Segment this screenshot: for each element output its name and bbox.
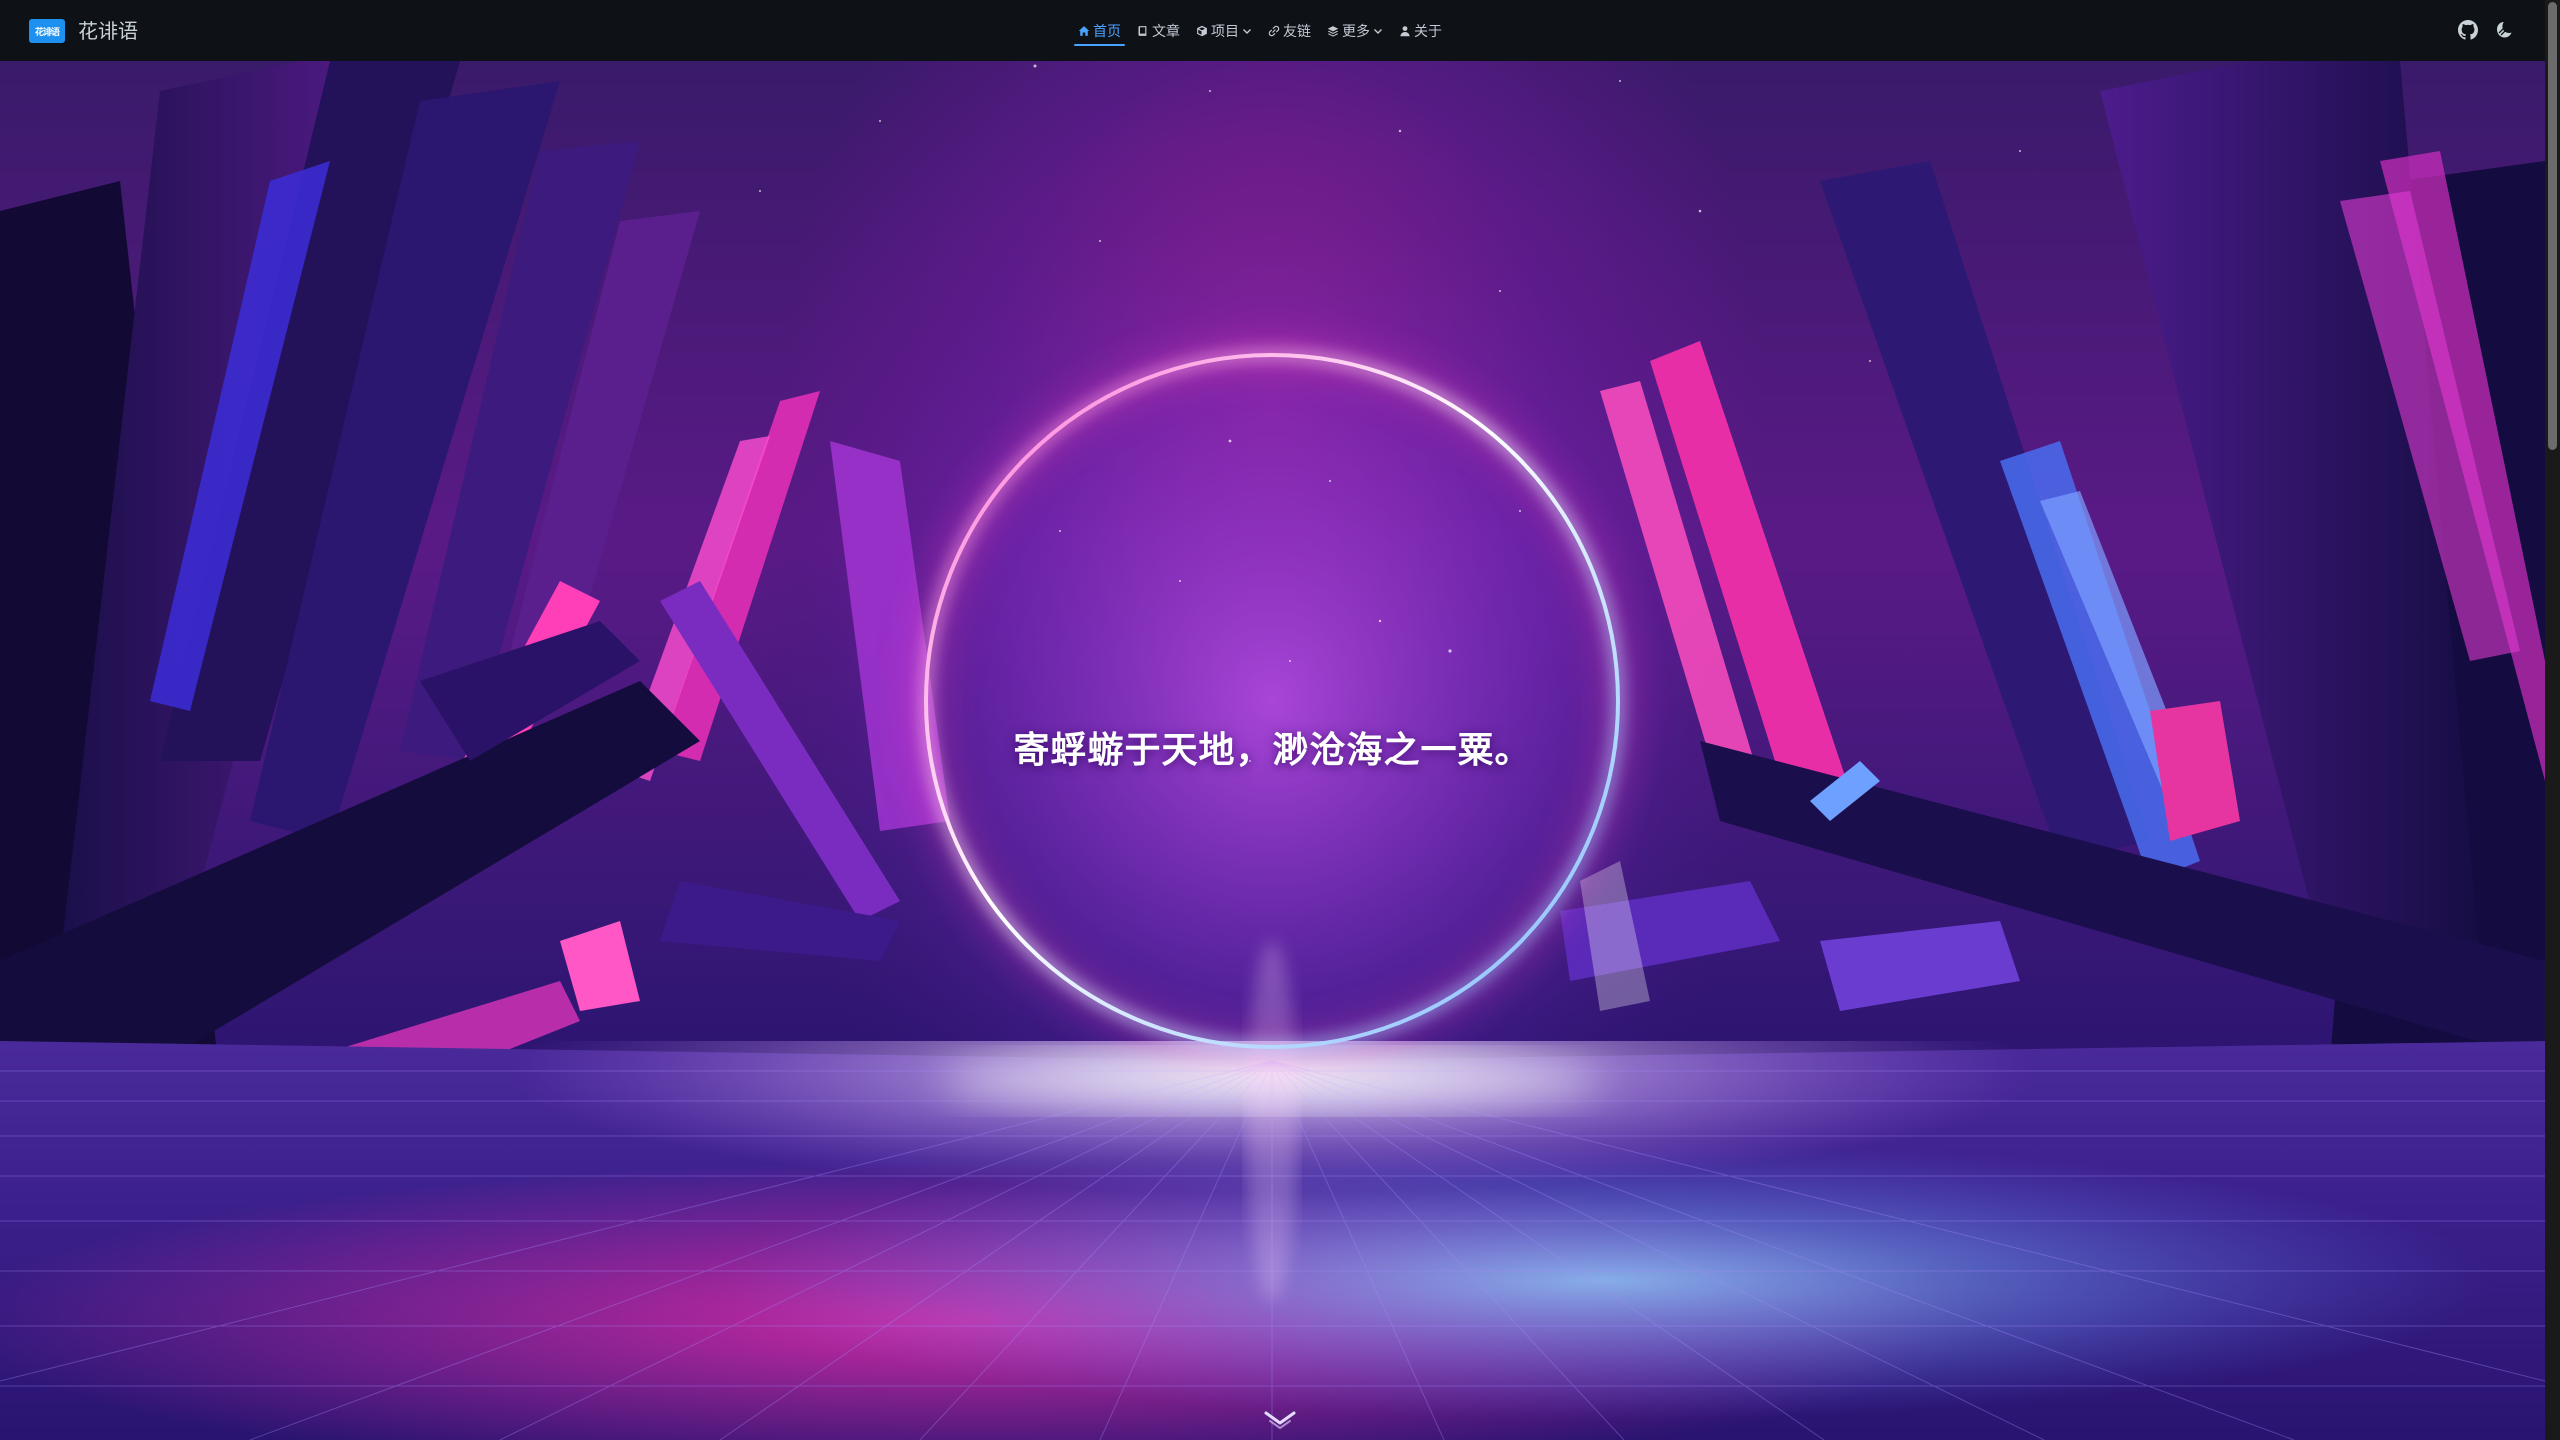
scroll-down-button[interactable]	[1262, 1406, 1298, 1432]
github-link[interactable]	[2457, 19, 2479, 41]
nav-item-label: 关于	[1414, 23, 1442, 40]
brand-logo: 花诽语	[29, 19, 65, 43]
page-scrollbar[interactable]	[2545, 0, 2560, 1440]
chevron-down-icon	[1242, 26, 1252, 36]
main-menu: 首页 文章 项目 友链 更多 关于	[1072, 0, 1452, 61]
nav-item-label: 项目	[1211, 23, 1239, 40]
link-icon	[1268, 25, 1280, 37]
book-icon	[1137, 25, 1149, 37]
nav-item-projects[interactable]: 项目	[1190, 0, 1258, 61]
hero-banner: 寄蜉蝣于天地，渺沧海之一粟。	[0, 61, 2545, 1440]
layers-icon	[1327, 25, 1339, 37]
nav-item-about[interactable]: 关于	[1393, 0, 1448, 61]
nav-item-label: 文章	[1152, 23, 1180, 40]
brand-name: 花诽语	[78, 19, 138, 43]
theme-toggle-button[interactable]	[2493, 19, 2515, 41]
nav-item-label: 更多	[1342, 23, 1370, 40]
nav-item-more[interactable]: 更多	[1321, 0, 1389, 61]
theme-toggle-icon	[2497, 22, 2512, 38]
hero-title: 寄蜉蝣于天地，渺沧海之一粟。	[1013, 730, 1532, 771]
box-icon	[1196, 25, 1208, 37]
chevron-down-icon	[1264, 1411, 1296, 1429]
chevron-down-icon	[1373, 26, 1383, 36]
user-icon	[1399, 25, 1411, 37]
github-icon	[2458, 20, 2478, 40]
nav-item-friend-links[interactable]: 友链	[1262, 0, 1317, 61]
home-icon	[1078, 25, 1090, 37]
scrollbar-thumb[interactable]	[2548, 2, 2557, 450]
nav-right-actions	[2443, 19, 2515, 41]
nav-item-articles[interactable]: 文章	[1131, 0, 1186, 61]
brand-home-link[interactable]: 花诽语 花诽语	[29, 16, 138, 46]
nav-item-label: 首页	[1093, 23, 1121, 40]
top-navbar: 花诽语 花诽语 首页 文章 项目 友链 更多 关于	[0, 0, 2560, 61]
nav-item-label: 友链	[1283, 23, 1311, 40]
nav-item-home[interactable]: 首页	[1072, 0, 1127, 61]
